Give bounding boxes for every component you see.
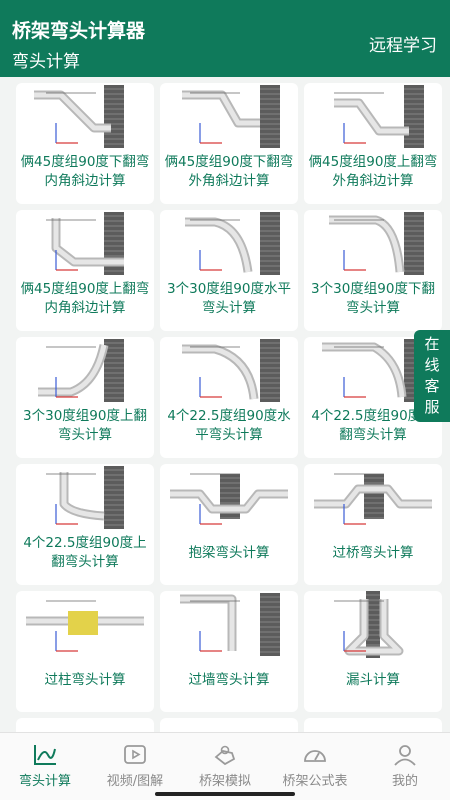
service-char: 线: [424, 356, 440, 374]
calc-card[interactable]: 过墙弯头计算: [160, 591, 298, 712]
calc-card-partial[interactable]: [16, 718, 154, 732]
card-label: 俩45度组90度下翻弯外角斜边计算: [164, 154, 294, 189]
tab-label: 弯头计算: [18, 774, 71, 789]
card-label: 漏斗计算: [346, 672, 400, 688]
bottom-tab-bar: 弯头计算 视频/图解 桥架模拟 桥架公式表 我的: [0, 732, 450, 800]
card-label: 俩45度组90度下翻弯内角斜边计算: [20, 154, 150, 189]
home-indicator: [155, 792, 295, 796]
service-char: 客: [424, 377, 440, 395]
calc-card[interactable]: 3个30度组90度下翻弯头计算: [304, 210, 442, 331]
service-char: 服: [424, 398, 440, 416]
tab-label: 视频/图解: [106, 774, 164, 789]
card-label: 抱梁弯头计算: [188, 545, 270, 561]
card-list[interactable]: 俩45度组90度下翻弯内角斜边计算 俩45度组90度下翻弯外角斜边计算 俩45度…: [0, 77, 450, 732]
wall-cross-diagram: [160, 591, 298, 658]
funnel-diagram: [304, 591, 442, 658]
elbow-calc-icon: [34, 745, 56, 765]
cable-tray-elbow-diagram: [160, 83, 298, 150]
calc-card[interactable]: 过柱弯头计算: [16, 591, 154, 712]
card-label: 4个22.5度组90度水平弯头计算: [167, 408, 291, 443]
app-title: 桥架弯头计算器: [12, 20, 146, 42]
cable-tray-elbow-diagram: [16, 337, 154, 404]
calc-card[interactable]: 过桥弯头计算: [304, 464, 442, 585]
calc-card[interactable]: 漏斗计算: [304, 591, 442, 712]
remote-learning-link[interactable]: 远程学习: [369, 31, 437, 56]
calc-card[interactable]: 4个22.5度组90度水平弯头计算: [160, 337, 298, 458]
cable-tray-elbow-diagram: [16, 464, 154, 531]
card-grid: 俩45度组90度下翻弯内角斜边计算 俩45度组90度下翻弯外角斜边计算 俩45度…: [0, 77, 450, 732]
card-label: 3个30度组90度水平弯头计算: [167, 281, 291, 316]
calc-card[interactable]: 俩45度组90度上翻弯外角斜边计算: [304, 83, 442, 204]
calc-card[interactable]: 抱梁弯头计算: [160, 464, 298, 585]
tab-simulation[interactable]: 桥架模拟: [180, 733, 270, 800]
calc-card-partial[interactable]: [160, 718, 298, 732]
profile-icon: [394, 745, 416, 766]
tab-label: 桥架公式表: [282, 774, 348, 789]
service-char: 在: [424, 335, 440, 353]
tab-video[interactable]: 视频/图解: [90, 733, 180, 800]
calc-card[interactable]: 俩45度组90度下翻弯外角斜边计算: [160, 83, 298, 204]
card-label: 3个30度组90度上翻弯头计算: [23, 408, 147, 443]
page-subtitle: 弯头计算: [12, 52, 80, 72]
cable-tray-elbow-diagram: [304, 83, 442, 150]
app-header: 桥架弯头计算器 弯头计算 远程学习: [0, 0, 450, 77]
beam-wrap-diagram: [160, 464, 298, 531]
cable-tray-elbow-diagram: [16, 83, 154, 150]
tab-label: 桥架模拟: [198, 774, 251, 789]
cable-tray-elbow-diagram: [16, 210, 154, 277]
card-label: 3个30度组90度下翻弯头计算: [311, 281, 435, 316]
column-cross-diagram: [16, 591, 154, 658]
bridge-cross-diagram: [304, 464, 442, 531]
card-label: 过墙弯头计算: [188, 672, 270, 688]
gauge-icon: [304, 750, 326, 762]
card-label: 过桥弯头计算: [332, 545, 414, 561]
card-label: 4个22.5度组90度上翻弯头计算: [23, 535, 147, 570]
tab-elbow-calc[interactable]: 弯头计算: [0, 733, 90, 800]
online-service-button[interactable]: 在 线 客 服: [414, 330, 450, 422]
tab-formula[interactable]: 桥架公式表: [270, 733, 360, 800]
tab-label: 我的: [391, 774, 418, 789]
calc-card[interactable]: 3个30度组90度上翻弯头计算: [16, 337, 154, 458]
video-icon: [124, 745, 146, 764]
calc-card[interactable]: 俩45度组90度上翻弯内角斜边计算: [16, 210, 154, 331]
calc-card[interactable]: 俩45度组90度下翻弯内角斜边计算: [16, 83, 154, 204]
simulation-icon: [214, 745, 236, 766]
calc-card-partial[interactable]: [304, 718, 442, 732]
card-label: 俩45度组90度上翻弯外角斜边计算: [308, 154, 438, 189]
card-label: 过柱弯头计算: [44, 672, 126, 688]
cable-tray-elbow-diagram: [304, 210, 442, 277]
cable-tray-elbow-diagram: [160, 210, 298, 277]
tab-profile[interactable]: 我的: [360, 733, 450, 800]
calc-card[interactable]: 4个22.5度组90度上翻弯头计算: [16, 464, 154, 585]
cable-tray-elbow-diagram: [160, 337, 298, 404]
card-label: 俩45度组90度上翻弯内角斜边计算: [20, 281, 150, 316]
calc-card[interactable]: 3个30度组90度水平弯头计算: [160, 210, 298, 331]
